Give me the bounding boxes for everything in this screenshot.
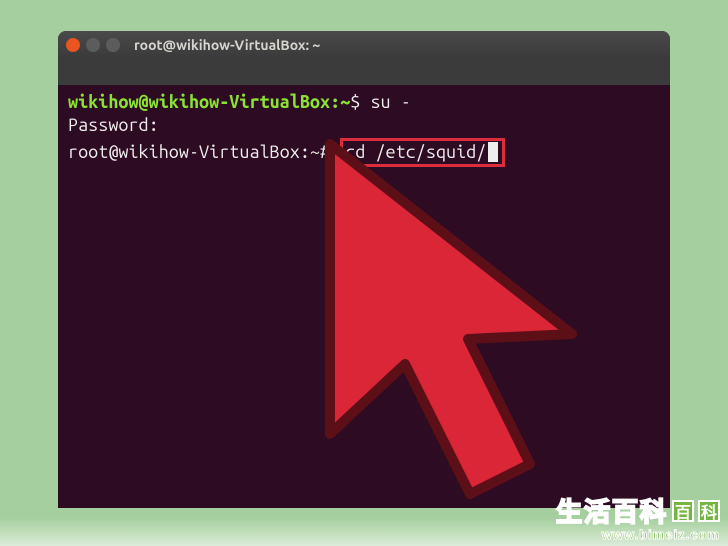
terminal-body[interactable]: wikihow@wikihow-VirtualBox:~$ su - Passw… — [58, 85, 670, 173]
terminal-cursor — [488, 142, 498, 162]
watermark-badge-icon: 百 — [672, 500, 694, 522]
prompt-symbol: $ — [350, 92, 360, 112]
watermark: 生活百科 百 科 www.bimeiz.com — [556, 492, 720, 542]
command-text: su - — [370, 92, 410, 112]
prompt-user-host: root@wikihow-VirtualBox — [68, 142, 300, 162]
password-prompt: Password: — [68, 115, 159, 135]
terminal-line-2: Password: — [68, 114, 660, 137]
prompt-path: ~ — [310, 142, 320, 162]
command-text: cd /etc/squid/ — [345, 142, 486, 162]
prompt-symbol: # — [320, 142, 330, 162]
minimize-icon[interactable] — [86, 38, 100, 52]
maximize-icon[interactable] — [106, 38, 120, 52]
terminal-line-1: wikihow@wikihow-VirtualBox:~$ su - — [68, 91, 660, 114]
terminal-window: root@wikihow-VirtualBox: ~ wikihow@wikih… — [58, 31, 670, 508]
prompt-path: ~ — [340, 92, 350, 112]
titlebar[interactable]: root@wikihow-VirtualBox: ~ — [58, 31, 670, 59]
menubar[interactable] — [58, 59, 670, 85]
terminal-line-3: root@wikihow-VirtualBox:~# cd /etc/squid… — [68, 138, 660, 167]
watermark-badge-icon: 科 — [698, 500, 720, 522]
watermark-text: 生活百科 — [556, 492, 668, 529]
prompt-user-host: wikihow@wikihow-VirtualBox — [68, 92, 330, 112]
watermark-url: www.bimeiz.com — [556, 527, 720, 542]
command-highlight-box: cd /etc/squid/ — [340, 138, 505, 167]
window-title: root@wikihow-VirtualBox: ~ — [134, 37, 320, 53]
close-icon[interactable] — [66, 38, 80, 52]
